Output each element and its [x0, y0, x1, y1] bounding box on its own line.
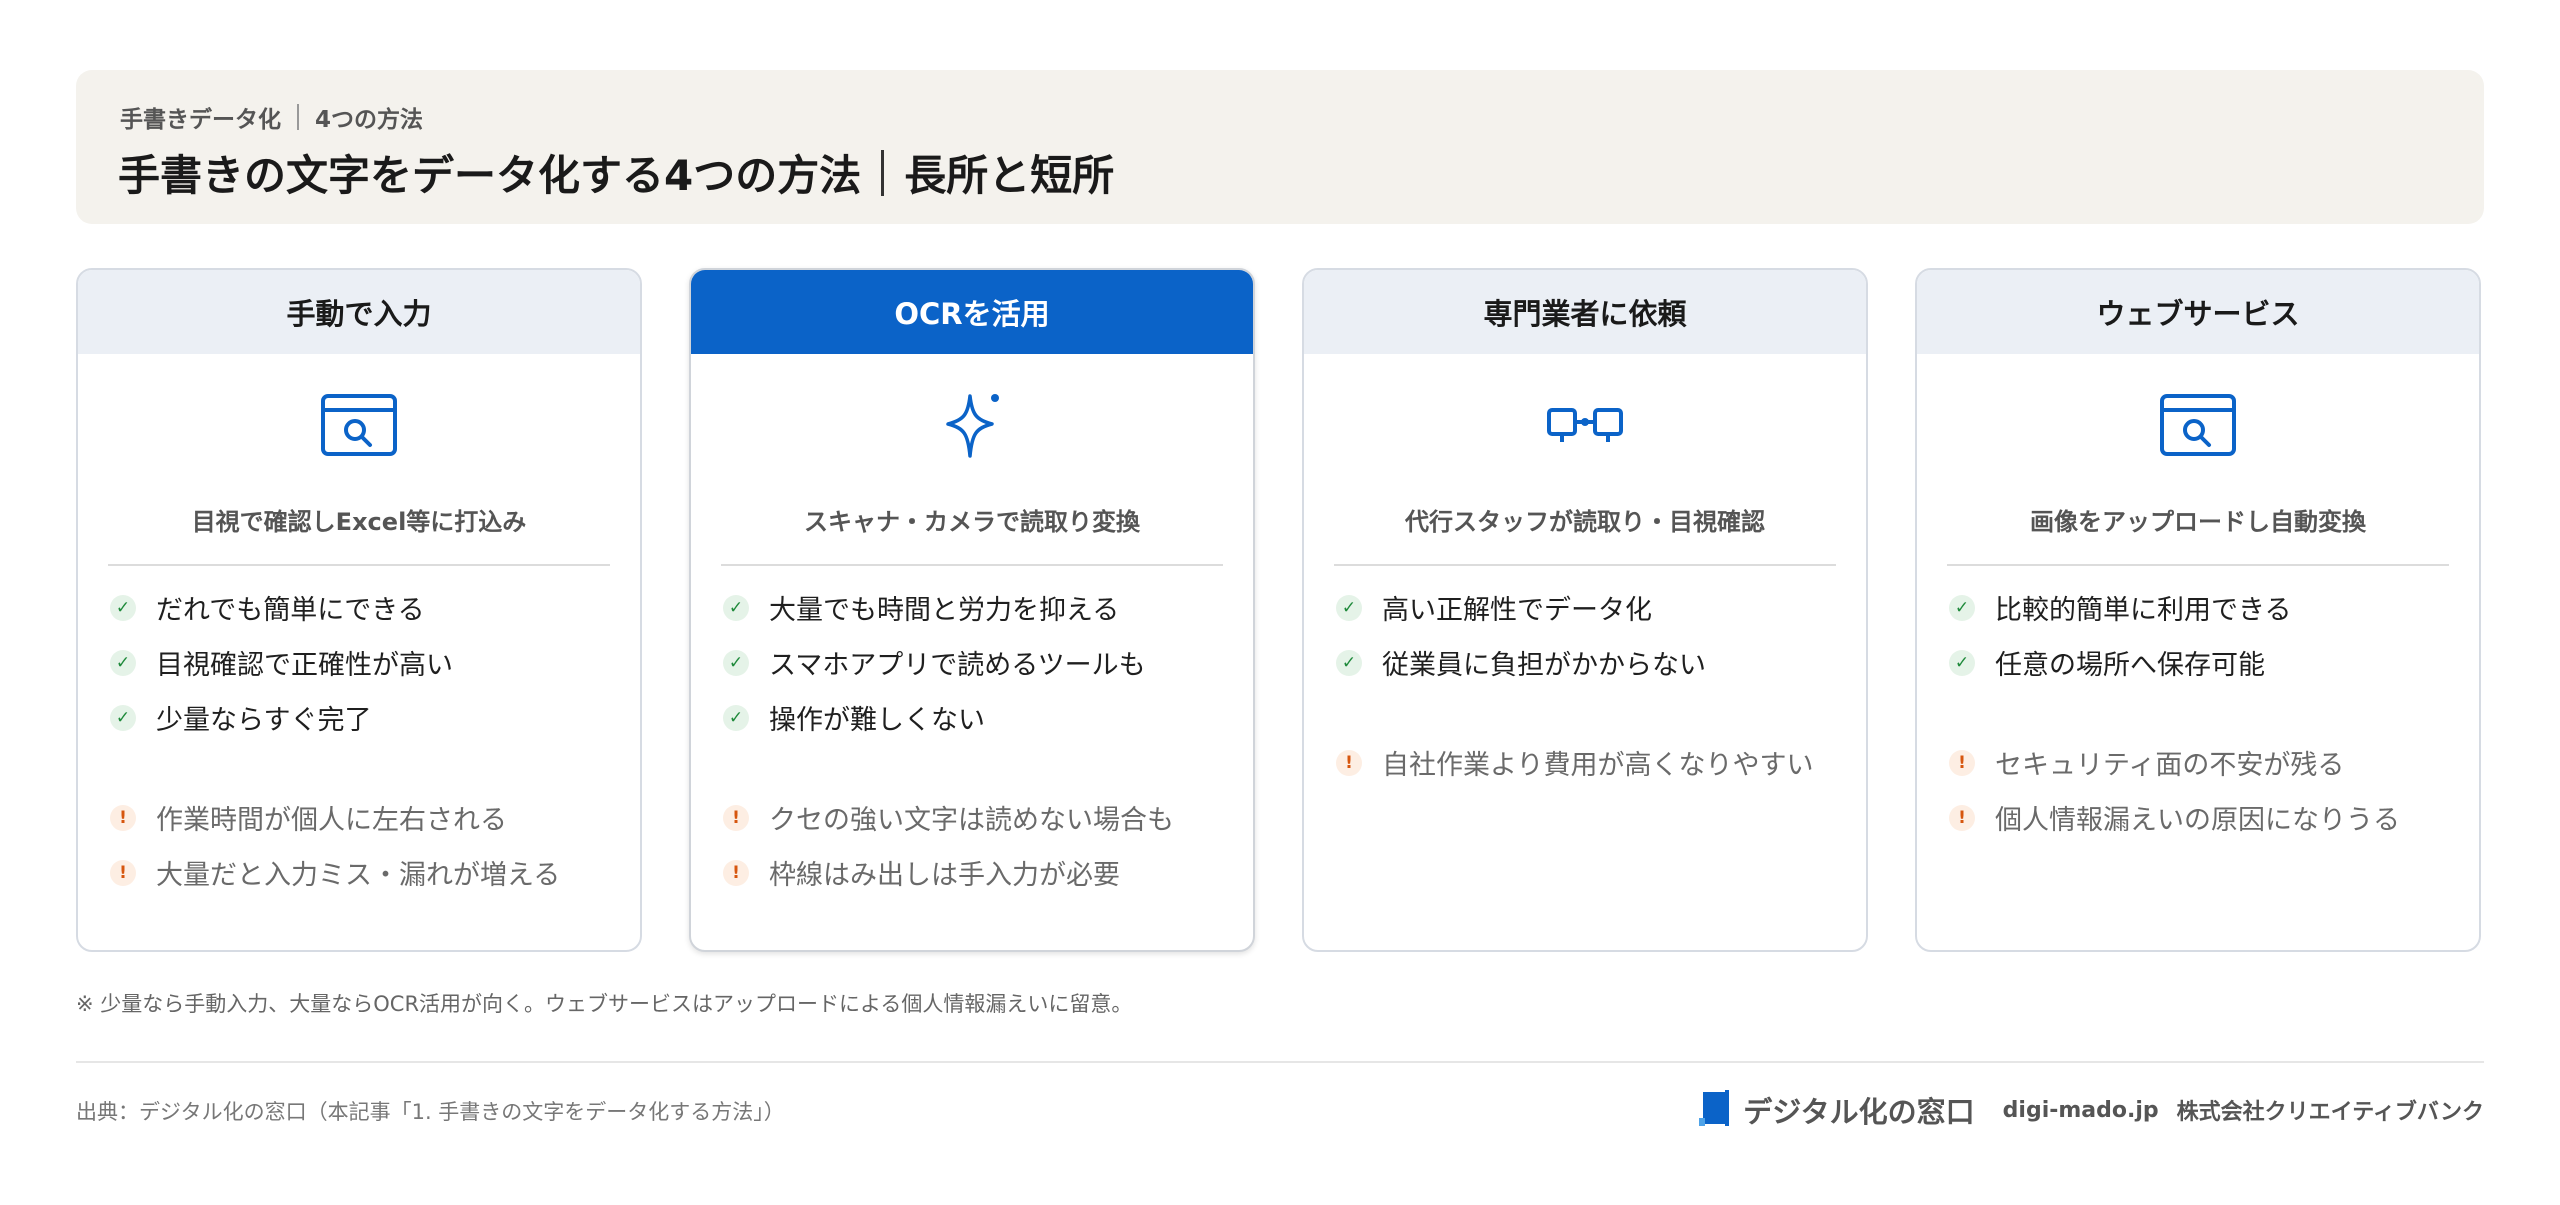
brand-domain: digi-mado.jp: [2002, 1097, 2159, 1123]
check-icon: ✓: [110, 594, 136, 621]
pro-text: 高い正解性でデータ化: [1382, 595, 1652, 626]
card-title: 手動で入力: [78, 270, 640, 354]
con-item: ! 大量だと入力ミス・漏れが増える: [110, 845, 620, 900]
con-item: ! 枠線はみ出しは手入力が必要: [723, 845, 1233, 900]
warning-icon: !: [110, 859, 136, 886]
card-subtitle: 代行スタッフが読取り・目視確認: [1405, 508, 1765, 536]
breadcrumb-item: 4つの方法: [315, 107, 424, 133]
card-points: ✓ 大量でも時間と労力を抑える ✓ スマホアプリで読めるツールも ✓ 操作が難しくない…: [723, 580, 1233, 900]
card-divider: [1947, 564, 2449, 566]
card-subtitle: スキャナ・カメラで読取り変換: [804, 508, 1140, 536]
con-item: ! 自社作業より費用が高くなりやすい: [1336, 735, 1846, 790]
pro-text: 従業員に負担がかからない: [1382, 650, 1706, 681]
check-icon: ✓: [723, 649, 749, 676]
pro-text: 任意の場所へ保存可能: [1995, 650, 2265, 681]
pro-text: スマホアプリで読めるツールも: [769, 650, 1146, 681]
warning-icon: !: [723, 804, 749, 831]
linked-boxes-icon: [1545, 390, 1625, 462]
method-card-vendor: 専門業者に依頼 代行スタッフが読取り・目視確認 ✓ 高い正解性でデータ化 ✓ 従業員…: [1302, 268, 1868, 952]
con-item: ! クセの強い文字は読めない場合も: [723, 790, 1233, 845]
con-text: 自社作業より費用が高くなりやすい: [1382, 750, 1814, 781]
brand-company: 株式会社クリエイティブバンク: [2176, 1100, 2484, 1125]
pro-item: ✓ だれでも簡単にできる: [110, 580, 620, 635]
card-subtitle: 目視で確認しExcel等に打込み: [191, 508, 527, 536]
card-divider: [721, 564, 1223, 566]
source-credit: 出典：デジタル化の窓口（本記事「1. 手書きの文字をデータ化する方法」）: [76, 1100, 785, 1124]
check-icon: ✓: [1949, 594, 1975, 621]
card-title: OCRを活用: [691, 270, 1253, 354]
pro-item: ✓ 従業員に負担がかからない: [1336, 635, 1846, 690]
check-icon: ✓: [1336, 594, 1362, 621]
title-separator: [881, 149, 885, 196]
warning-icon: !: [1336, 749, 1362, 776]
con-text: 作業時間が個人に左右される: [156, 805, 507, 836]
warning-icon: !: [1949, 749, 1975, 776]
pro-text: 大量でも時間と労力を抑える: [769, 595, 1120, 626]
pro-item: ✓ 大量でも時間と労力を抑える: [723, 580, 1233, 635]
check-icon: ✓: [110, 704, 136, 731]
pro-text: 比較的簡単に利用できる: [1995, 595, 2292, 626]
pro-item: ✓ 高い正解性でデータ化: [1336, 580, 1846, 635]
pro-item: ✓ 比較的簡単に利用できる: [1949, 580, 2459, 635]
check-icon: ✓: [1949, 649, 1975, 676]
pro-item: ✓ スマホアプリで読めるツールも: [723, 635, 1233, 690]
card-points: ✓ 比較的簡単に利用できる ✓ 任意の場所へ保存可能 ! セキュリティ面の不安が残る …: [1949, 580, 2459, 845]
con-text: クセの強い文字は読めない場合も: [769, 805, 1174, 836]
pro-item: ✓ 操作が難しくない: [723, 690, 1233, 745]
card-subtitle: 画像をアップロードし自動変換: [2030, 508, 2366, 536]
con-item: ! 個人情報漏えいの原因になりうる: [1949, 790, 2459, 845]
con-item: ! セキュリティ面の不安が残る: [1949, 735, 2459, 790]
card-divider: [108, 564, 610, 566]
footer-divider: [76, 1061, 2484, 1063]
con-item: ! 作業時間が個人に左右される: [110, 790, 620, 845]
sparkle-icon: [932, 390, 1012, 462]
warning-icon: !: [723, 859, 749, 886]
brand-logo: デジタル化の窓口: [1699, 1088, 1975, 1132]
warning-icon: !: [1949, 804, 1975, 831]
pro-text: 操作が難しくない: [769, 705, 985, 736]
window-logo-icon: [1699, 1088, 1733, 1132]
browser-search-icon: [319, 390, 399, 462]
method-card-manual: 手動で入力 目視で確認しExcel等に打込み ✓ だれでも簡単にできる ✓ 目視確認…: [76, 268, 642, 952]
breadcrumb: 手書きデータ化 4つの方法: [120, 100, 423, 134]
con-text: 大量だと入力ミス・漏れが増える: [156, 860, 561, 891]
card-divider: [1334, 564, 1836, 566]
pro-text: 目視確認で正確性が高い: [156, 650, 453, 681]
card-title: ウェブサービス: [1917, 270, 2479, 354]
page-title-sub: 長所と短所: [904, 151, 1115, 200]
page-header: 手書きデータ化 4つの方法 手書きの文字をデータ化する4つの方法 長所と短所: [76, 70, 2484, 224]
brand-block: デジタル化の窓口 digi-mado.jp 株式会社クリエイティブバンク: [1699, 1088, 2484, 1132]
page-title: 手書きの文字をデータ化する4つの方法 長所と短所: [118, 142, 1114, 203]
card-points: ✓ 高い正解性でデータ化 ✓ 従業員に負担がかからない ! 自社作業より費用が高くなり…: [1336, 580, 1846, 790]
check-icon: ✓: [723, 594, 749, 621]
summary-note: ※ 少量なら手動入力、大量ならOCR活用が向く。ウェブサービスはアップロードによ…: [76, 992, 1133, 1016]
method-card-ocr: OCRを活用 スキャナ・カメラで読取り変換 ✓ 大量でも時間と労力を抑える ✓ スマ…: [689, 268, 1255, 952]
card-title: 専門業者に依頼: [1304, 270, 1866, 354]
pro-text: 少量ならすぐ完了: [156, 705, 372, 736]
method-card-web: ウェブサービス 画像をアップロードし自動変換 ✓ 比較的簡単に利用できる ✓ 任意の…: [1915, 268, 2481, 952]
page-title-main: 手書きの文字をデータ化する4つの方法: [118, 151, 862, 200]
con-text: 枠線はみ出しは手入力が必要: [769, 860, 1120, 891]
check-icon: ✓: [1336, 649, 1362, 676]
pro-item: ✓ 目視確認で正確性が高い: [110, 635, 620, 690]
check-icon: ✓: [723, 704, 749, 731]
con-text: 個人情報漏えいの原因になりうる: [1995, 805, 2400, 836]
check-icon: ✓: [110, 649, 136, 676]
pro-text: だれでも簡単にできる: [156, 595, 425, 626]
pro-item: ✓ 任意の場所へ保存可能: [1949, 635, 2459, 690]
browser-search-icon: [2158, 390, 2238, 462]
pro-item: ✓ 少量ならすぐ完了: [110, 690, 620, 745]
con-text: セキュリティ面の不安が残る: [1995, 750, 2345, 781]
breadcrumb-separator: [297, 104, 299, 130]
card-points: ✓ だれでも簡単にできる ✓ 目視確認で正確性が高い ✓ 少量ならすぐ完了 ! 作業時間…: [110, 580, 620, 900]
brand-name: デジタル化の窓口: [1743, 1095, 1975, 1129]
warning-icon: !: [110, 804, 136, 831]
breadcrumb-item: 手書きデータ化: [120, 107, 281, 133]
